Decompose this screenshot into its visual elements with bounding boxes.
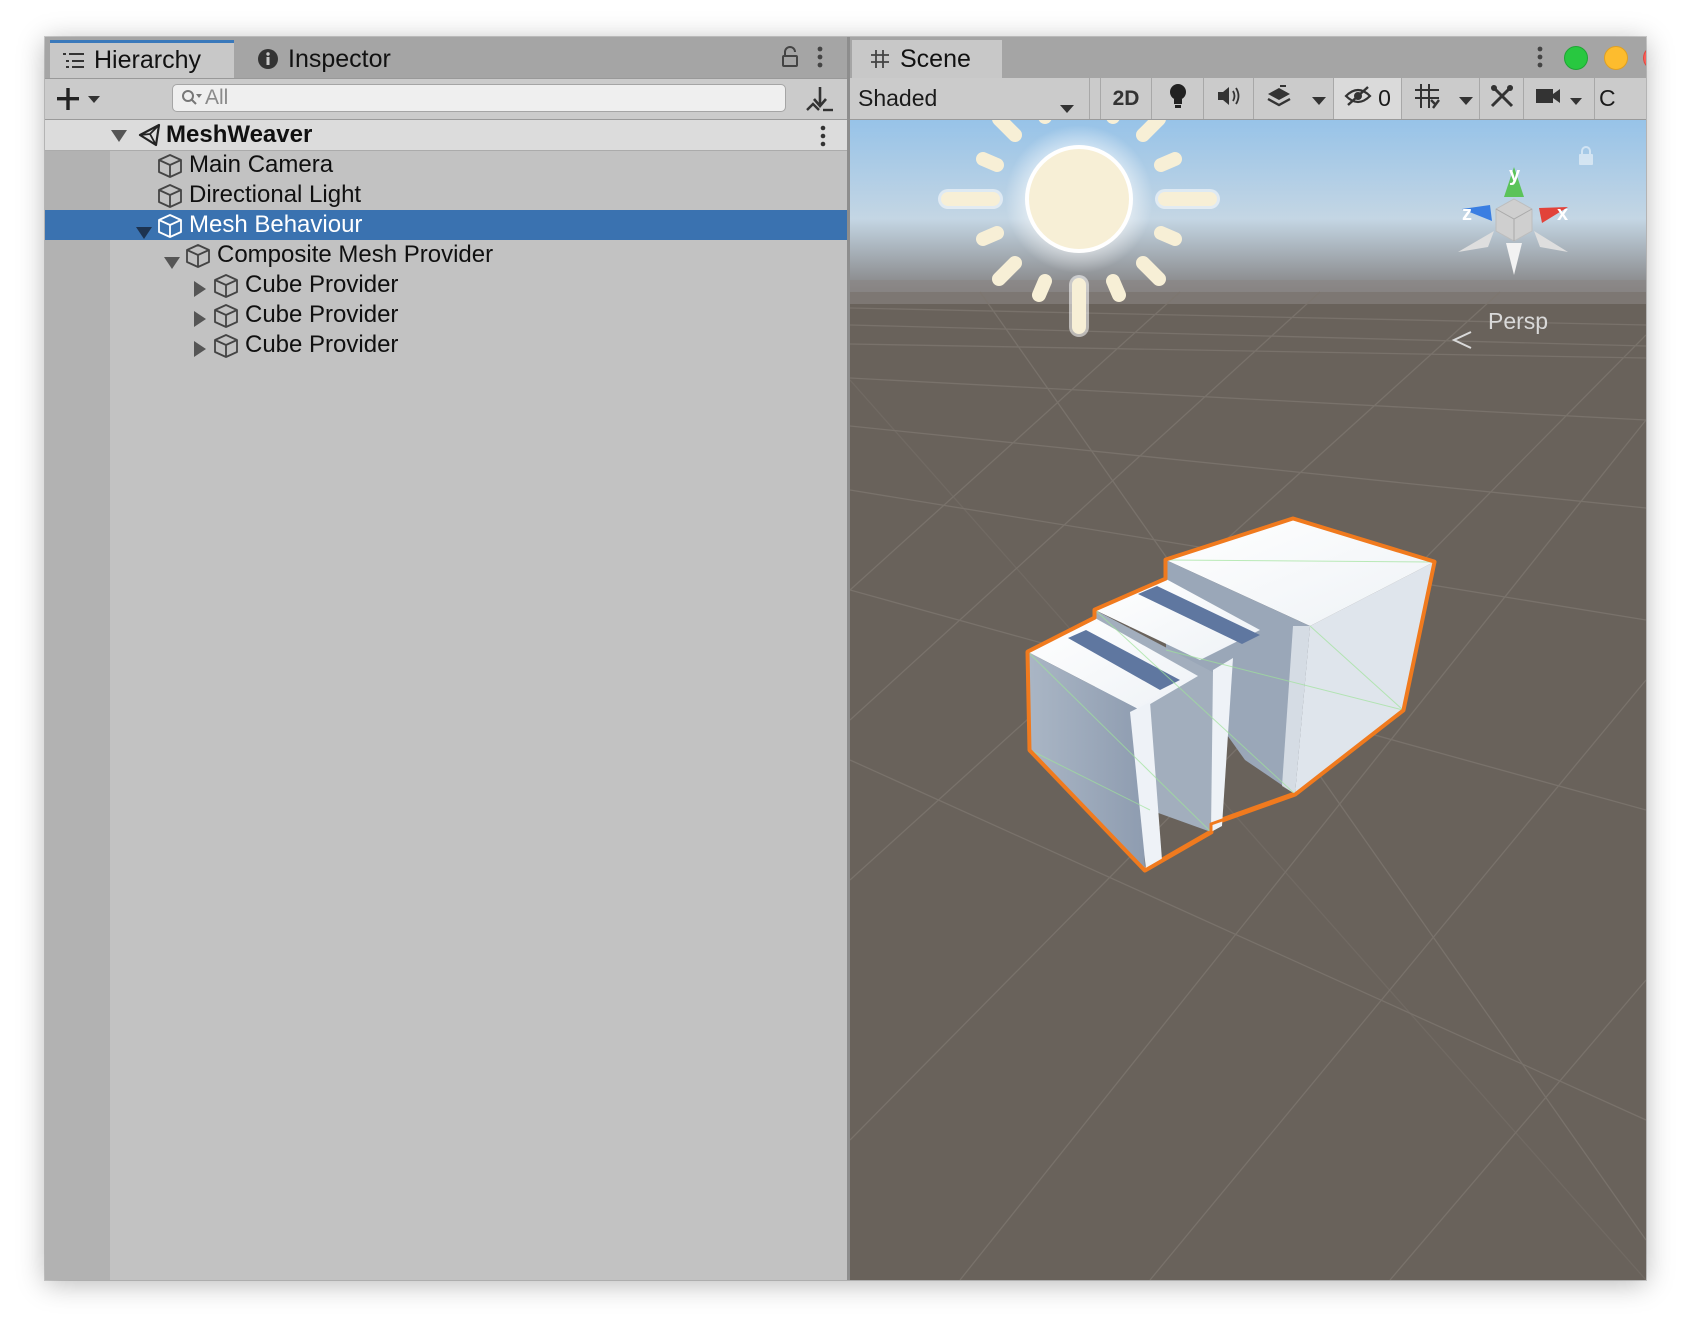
scene-tools-button[interactable] [1480,78,1524,119]
chevron-down-icon [1569,85,1583,112]
tree-row-label: Composite Mesh Provider [217,241,494,268]
editor-window: Hierarchy Inspector All MeshWeaver Main … [45,37,1646,1280]
lighting-toggle-button[interactable] [1152,78,1204,119]
cut-off-toolbar-item[interactable]: C [1594,78,1634,119]
search-icon [181,89,203,113]
scene-menu-icon[interactable] [820,125,826,152]
axis-label-z: z [1462,203,1472,225]
add-object-button[interactable] [57,87,105,116]
tab-inspector-label: Inspector [288,44,391,73]
toggle-2d-button[interactable]: 2D [1100,78,1152,119]
eye-hidden-icon [1344,85,1372,113]
effects-layers-icon [1266,84,1292,114]
tree-row-label: Main Camera [189,151,334,178]
search-input[interactable]: All [172,84,786,112]
axis-label-x: x [1557,203,1568,225]
close-window-button[interactable] [1643,46,1646,70]
tab-hierarchy-label: Hierarchy [94,46,201,74]
tab-inspector[interactable]: Inspector [250,40,436,78]
scene-viewport[interactable]: y x z Persp [850,120,1646,1280]
tree-row-label: Cube Provider [245,331,399,358]
grid-icon [868,47,892,71]
tree-row-label: Cube Provider [245,301,399,328]
effects-toggle-button[interactable] [1254,78,1304,119]
cut-off-label: C [1599,85,1616,111]
tree-row-cube-provider[interactable]: Cube Provider [45,270,847,300]
tree-row-label: Cube Provider [245,271,399,298]
chevron-down-icon [1458,85,1474,112]
grid-snap-toggle[interactable] [1402,78,1452,119]
projection-label[interactable]: Persp [1488,308,1548,335]
camera-icon [1535,85,1561,112]
tree-row-label: Directional Light [189,181,362,208]
scene-tab-bar: Scene [850,37,1646,78]
draw-mode-dropdown[interactable]: Shaded [850,78,1090,119]
hierarchy-toolbar: All [45,79,847,120]
chevron-down-icon [1311,85,1327,112]
lightbulb-icon [1168,83,1188,115]
sort-order-icon[interactable] [805,85,835,118]
unity-scene-icon [137,123,163,152]
speaker-icon [1216,85,1242,113]
gameobject-cube-icon [213,333,239,366]
hierarchy-list-icon [62,49,86,73]
hierarchy-tree: MeshWeaver Main Camera Directional Light [45,120,847,1280]
scene-panel: Scene Shaded 2D 0 C y x z Persp [850,37,1646,1280]
expand-arrow-icon[interactable] [110,129,128,148]
chevron-down-icon [1059,93,1075,119]
draw-mode-value: Shaded [858,85,938,111]
tab-hierarchy[interactable]: Hierarchy [50,40,234,78]
hidden-objects-toggle[interactable]: 0 [1334,78,1402,119]
expand-arrow-icon[interactable] [193,337,207,365]
panel-menu-icon[interactable] [1537,46,1543,73]
scene-toolbar: Shaded 2D 0 C [850,78,1646,120]
minimize-window-button[interactable] [1604,46,1628,70]
tab-scene-label: Scene [900,44,971,73]
tree-row-label: Mesh Behaviour [189,211,363,238]
toggle-2d-label: 2D [1112,86,1140,110]
tree-row-cube-provider[interactable]: Cube Provider [45,300,847,330]
tree-row-main-camera[interactable]: Main Camera [45,150,847,180]
effects-dropdown-button[interactable] [1304,78,1334,119]
tree-row-mesh-behaviour[interactable]: Mesh Behaviour [45,210,847,240]
axis-label-y: y [1509,164,1521,186]
wrench-icon [1489,83,1515,115]
grid-snap-icon [1413,82,1441,116]
search-placeholder: All [205,86,229,109]
tab-scene[interactable]: Scene [852,40,1002,78]
tree-row-composite-mesh-provider[interactable]: Composite Mesh Provider [45,240,847,270]
zoom-window-button[interactable] [1564,46,1588,70]
hidden-count: 0 [1378,85,1391,111]
tree-row-cube-provider[interactable]: Cube Provider [45,330,847,360]
scene-name: MeshWeaver [166,121,313,148]
panel-menu-icon[interactable] [817,46,823,73]
tree-row-directional-light[interactable]: Directional Light [45,180,847,210]
audio-toggle-button[interactable] [1204,78,1254,119]
camera-settings-button[interactable] [1524,78,1594,119]
hierarchy-panel: Hierarchy Inspector All MeshWeaver Main … [45,37,847,1280]
info-icon [256,47,280,71]
hierarchy-tab-bar: Hierarchy Inspector [45,37,847,79]
lock-icon[interactable] [781,46,799,73]
scene-header-row[interactable]: MeshWeaver [45,120,847,151]
grid-dropdown-button[interactable] [1452,78,1480,119]
